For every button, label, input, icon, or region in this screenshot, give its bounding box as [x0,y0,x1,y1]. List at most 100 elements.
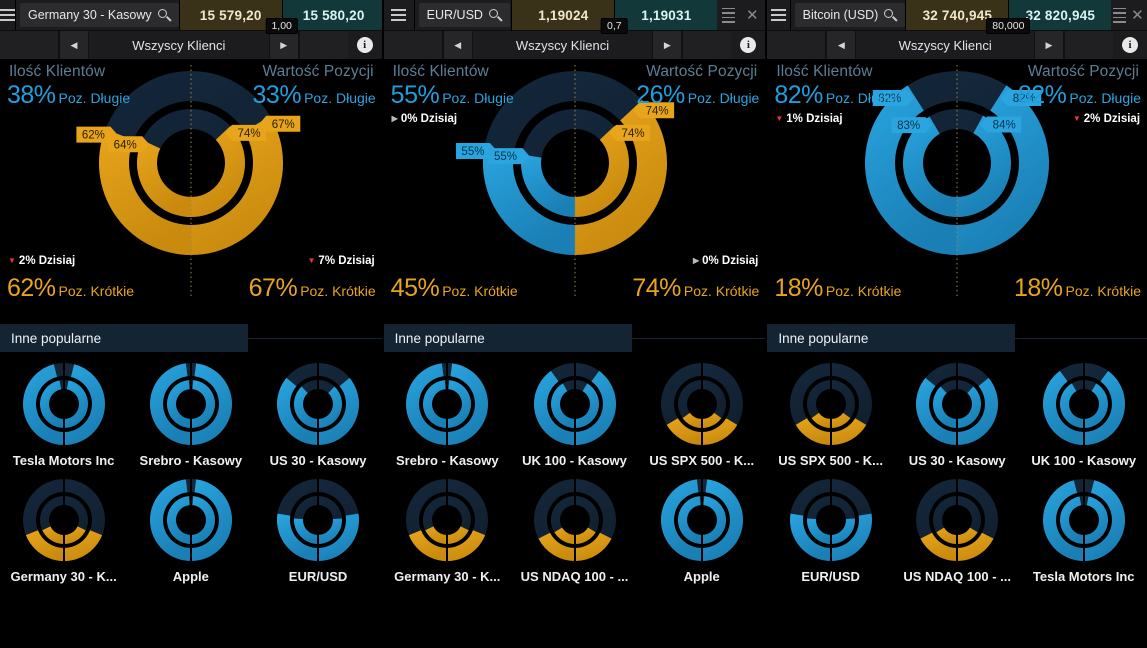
info-button[interactable]: i [347,31,382,59]
menu-icon[interactable] [383,0,415,30]
mini-fill-inner [1059,496,1084,544]
close-button[interactable]: ✕ [739,0,765,30]
mini-donut [789,360,872,448]
popular-header: Inne popularne [0,324,248,352]
symbol-selector[interactable]: EUR/USD [418,3,510,27]
long-label-clients: Poz. Długie [58,90,131,106]
svg-text:83%: 83% [897,120,920,132]
menu-icon[interactable] [767,0,791,30]
panel-navbar: ◀ Wszyscy Klienci ▶ i [383,30,766,59]
popular-item[interactable]: US 30 - Kasowy [894,358,1021,468]
popular-item[interactable]: Apple [638,474,765,584]
search-icon[interactable] [884,8,898,22]
popular-item-label: Germany 30 - K... [394,569,501,584]
navbar-pad-left [0,31,59,59]
popular-item-label: US 30 - Kasowy [269,453,367,468]
sentiment-section: 82% 83% 82% 84% Ilość Klientów 82% Poz. Długie… [767,59,1147,324]
today-change-value: ▼ 2% Dzisiaj [1073,113,1140,125]
today-text-value: 0% Dzisiaj [702,255,759,267]
search-icon[interactable] [157,8,172,22]
long-percent-clients: 55% [390,81,440,109]
sentiment-section: 55% 55% 74% 74% Ilość Klientów 55% Poz. Długie… [383,59,766,324]
popular-item[interactable]: EUR/USD [767,474,894,584]
sell-price-button[interactable]: 1,19024 [511,0,615,30]
popular-item[interactable]: US 30 - Kasowy [254,358,381,468]
popular-item[interactable]: Srebro - Kasowy [384,358,511,468]
info-icon: i [1122,37,1139,53]
prev-client-group-button[interactable]: ◀ [442,31,473,59]
mini-donut [1042,360,1125,448]
next-client-group-button[interactable]: ▶ [652,31,683,59]
long-label-clients: Poz. Długie [442,90,514,106]
mini-donut [533,476,616,564]
mini-fill-inner [677,496,702,544]
info-button[interactable]: i [731,31,766,59]
window-titlebar: EUR/USD 1,19024 1,19031 ✕ 0,7 [383,0,766,34]
mini-fill-inner [701,496,726,544]
triangle-flat-icon: ▶ [391,114,398,123]
popular-item[interactable]: EUR/USD [254,474,381,584]
long-label-value: Poz. Długie [1069,90,1142,106]
next-client-group-button[interactable]: ▶ [1034,31,1065,59]
panel-navbar: ◀ Wszyscy Klienci ▶ i [0,30,382,59]
svg-text:55%: 55% [494,151,517,163]
popular-item-label: EUR/USD [288,569,348,584]
info-icon: i [356,37,373,53]
popular-item[interactable]: UK 100 - Kasowy [1020,358,1147,468]
popular-item[interactable]: UK 100 - Kasowy [511,358,638,468]
popular-item[interactable]: US NDAQ 100 - ... [894,474,1021,584]
long-label-value: Poz. Długie [687,90,760,106]
short-label-clients: Poz. Krótkie [825,283,902,299]
resize-grip-icon[interactable] [717,0,739,30]
close-button[interactable]: ✕ [1128,0,1147,30]
menu-icon[interactable] [0,0,16,30]
popular-item[interactable]: Germany 30 - K... [0,474,127,584]
mini-donut [533,360,616,448]
mini-fill-inner [933,386,958,428]
popular-row-2: EUR/USD US NDAQ 100 - ... Tesla Motors Inc [767,468,1147,584]
popular-item-label: US NDAQ 100 - ... [520,569,629,584]
popular-item[interactable]: Apple [127,474,254,584]
popular-item[interactable]: Tesla Motors Inc [1020,474,1147,584]
popular-item-label: Apple [683,569,720,584]
mini-donut [660,360,743,448]
short-summary-value: 67% Poz. Krótkie [249,274,376,303]
sentiment-section: 62% 64% 67% 74% Ilość Klientów 38% Poz. Długie… [0,59,382,324]
panel-eurusd: EUR/USD 1,19024 1,19031 ✕ 0,7 ◀ Wszyscy Klienc… [383,0,766,648]
popular-item[interactable]: Tesla Motors Inc [0,358,127,468]
popular-item-label: UK 100 - Kasowy [1031,453,1137,468]
popular-row-1: US SPX 500 - K... US 30 - Kasowy UK 100 - … [767,352,1147,468]
search-icon[interactable] [488,8,503,22]
symbol-selector[interactable]: Bitcoin (USD) [794,3,906,27]
resize-grip-icon[interactable] [1111,0,1127,30]
navbar-pad-left [383,31,443,59]
prev-client-group-button[interactable]: ◀ [59,31,89,59]
info-button[interactable]: i [1113,31,1147,59]
popular-item-label: EUR/USD [801,569,860,584]
popular-item[interactable]: US SPX 500 - K... [767,358,894,468]
mini-donut [789,476,872,564]
buy-price-button[interactable]: 1,19031 [614,0,718,30]
popular-row-1: Srebro - Kasowy UK 100 - Kasowy US SPX 500… [384,352,766,468]
long-label-clients: Poz. Długie [825,90,898,106]
mini-fill-inner [423,380,448,428]
popular-section: Inne popularne Srebro - Kasowy UK 100 - Ka… [383,324,766,648]
prev-client-group-button[interactable]: ◀ [826,31,857,59]
mini-fill-inner [166,380,191,428]
popular-header-row: Inne popularne [767,324,1147,352]
popular-item[interactable]: US SPX 500 - K... [638,358,765,468]
popular-item[interactable]: US NDAQ 100 - ... [511,474,638,584]
popular-item[interactable]: Germany 30 - K... [384,474,511,584]
popular-item-label: Srebro - Kasowy [395,453,499,468]
gauge-callout-clients-inner: 83% [891,117,933,134]
svg-text:55%: 55% [461,146,484,158]
panel-bitcoin: Bitcoin (USD) 32 740,945 32 820,945 ✕ 80,000… [767,0,1147,648]
symbol-name: Bitcoin (USD) [802,8,879,22]
popular-item[interactable]: Srebro - Kasowy [127,358,254,468]
next-client-group-button[interactable]: ▶ [268,31,299,59]
popular-header: Inne popularne [383,324,632,352]
popular-item-label: Tesla Motors Inc [12,453,115,468]
today-text-clients: 1% Dzisiaj [786,113,843,125]
mini-donut [149,476,232,564]
symbol-selector[interactable]: Germany 30 - Kasowy [20,3,179,27]
